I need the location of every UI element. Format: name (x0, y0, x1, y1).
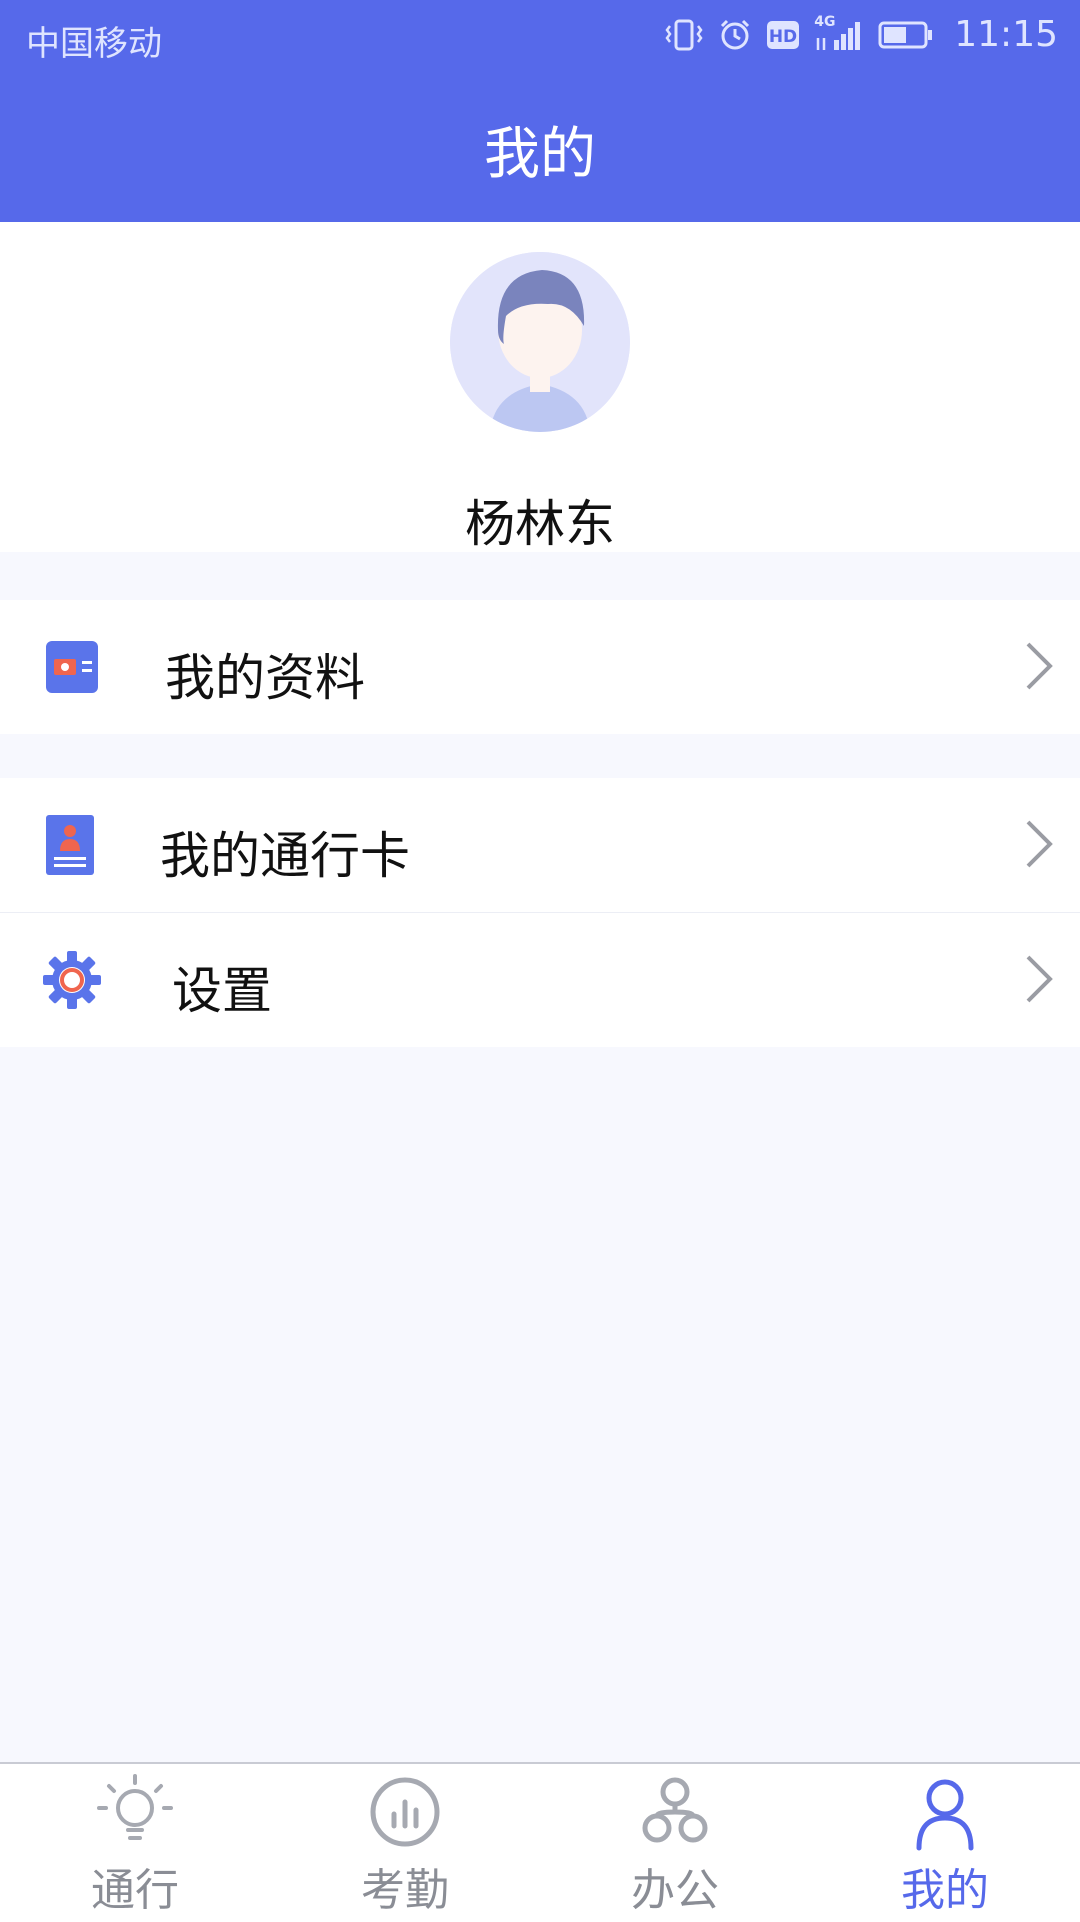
menu-item-label: 设置 (172, 962, 272, 1020)
menu-item-settings[interactable]: 设置 (0, 913, 1080, 1047)
bottom-tab-bar: 通行 考勤 办公 我的 (0, 1762, 1080, 1922)
profile-header: 杨林东 (0, 222, 1080, 553)
svg-text:HD: HD (769, 27, 797, 47)
pass-card-icon (46, 815, 94, 875)
org-chart-icon (642, 1777, 708, 1843)
vibrate-icon (665, 19, 703, 50)
default-avatar-icon (450, 252, 630, 432)
menu-item-profile[interactable]: 我的资料 (0, 600, 1080, 734)
user-name: 杨林东 (465, 495, 615, 553)
signal-indicator: 4G (814, 14, 864, 52)
menu-item-label: 我的通行卡 (160, 827, 410, 885)
tab-label: 通行 (91, 1865, 179, 1916)
battery-icon (878, 21, 933, 48)
menu-item-pass-card[interactable]: 我的通行卡 (0, 778, 1080, 912)
tab-label: 考勤 (361, 1865, 449, 1916)
chevron-right-icon (1026, 955, 1053, 1003)
gear-icon (43, 951, 101, 1009)
title-bar: 我的 (0, 76, 1080, 222)
tab-mine[interactable]: 我的 (810, 1764, 1080, 1922)
tab-attendance[interactable]: 考勤 (270, 1764, 540, 1922)
carrier-name: 中国移动 (26, 24, 162, 64)
clock: 11:15 (954, 14, 1058, 55)
page-title: 我的 (484, 121, 596, 187)
tab-pass[interactable]: 通行 (0, 1764, 270, 1922)
lightbulb-icon (97, 1774, 173, 1840)
tab-label: 办公 (631, 1865, 719, 1916)
alarm-icon (721, 19, 750, 49)
person-icon (916, 1779, 974, 1851)
hd-icon: HD (767, 20, 800, 49)
chart-circle-icon (370, 1777, 440, 1847)
tab-office[interactable]: 办公 (540, 1764, 810, 1922)
chevron-right-icon (1026, 642, 1053, 690)
avatar[interactable] (450, 252, 630, 432)
chevron-right-icon (1026, 820, 1053, 868)
menu-item-label: 我的资料 (165, 649, 365, 707)
status-bar: 中国移动 HD 4G 11:15 (0, 0, 1080, 76)
profile-card-icon (46, 641, 98, 693)
status-icons: HD 4G 11:15 (664, 14, 1058, 55)
tab-label: 我的 (901, 1865, 989, 1916)
signal-bars-icon (817, 21, 861, 50)
